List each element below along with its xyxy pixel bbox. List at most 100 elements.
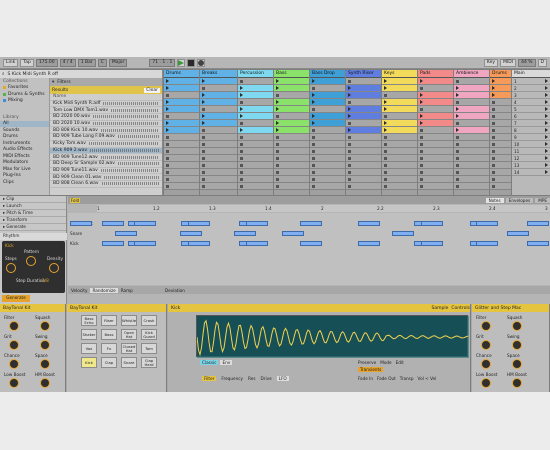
clip-property-item[interactable]: ▸ Transform — [0, 217, 66, 224]
file-row[interactable]: BD 909 Clean 01.wav — [50, 174, 162, 181]
file-row[interactable]: BD 2020 00.wav — [50, 114, 162, 121]
clip-slot[interactable] — [382, 106, 417, 113]
clip-slot[interactable] — [238, 113, 273, 120]
clip-slot[interactable] — [274, 155, 309, 162]
track-header[interactable]: Bass — [274, 70, 309, 78]
drumkit-param-knob[interactable] — [9, 340, 19, 350]
clip-slot[interactable] — [382, 127, 417, 134]
drum-pad[interactable]: Bass — [101, 329, 117, 340]
drum-pad[interactable]: Kick — [81, 357, 97, 368]
clip-slot[interactable] — [346, 155, 381, 162]
clip-slot[interactable] — [164, 92, 199, 99]
midi-note[interactable] — [421, 241, 443, 246]
key-map-button[interactable]: Key — [483, 58, 499, 67]
drum-pad[interactable]: Closed Hat — [121, 343, 137, 354]
clip-property-item[interactable]: ▸ Launch — [0, 203, 66, 210]
clip-ruler[interactable]: 1 1.2 1.3 1.4 2 2.2 2.3 2.4 3 — [97, 205, 550, 212]
clip-slot[interactable] — [418, 85, 453, 92]
clip-slot[interactable] — [238, 99, 273, 106]
pattern-knob[interactable] — [26, 256, 36, 266]
clip-slot[interactable] — [200, 113, 237, 120]
midi-note[interactable] — [358, 241, 380, 246]
clip-slot[interactable] — [346, 183, 381, 190]
clip-slot[interactable] — [164, 127, 199, 134]
clip-slot[interactable] — [200, 78, 237, 85]
clip-slot[interactable] — [490, 134, 511, 141]
clip-slot[interactable] — [454, 162, 489, 169]
clip-slot[interactable] — [346, 106, 381, 113]
clip-slot[interactable] — [454, 78, 489, 85]
clip-slot[interactable] — [310, 106, 345, 113]
clip-slot[interactable] — [490, 141, 511, 148]
clip-slot[interactable] — [200, 148, 237, 155]
clip-slot[interactable] — [346, 134, 381, 141]
clip-slot[interactable] — [310, 176, 345, 183]
clip-slot[interactable] — [418, 148, 453, 155]
clip-property-item[interactable]: ▸ Generate — [0, 224, 66, 231]
drumkit-param-knob[interactable] — [40, 321, 50, 331]
clip-slot[interactable] — [454, 141, 489, 148]
clip-slot[interactable] — [418, 92, 453, 99]
track-header[interactable]: Drums — [164, 70, 199, 78]
file-row[interactable]: Kick 909 2.wav — [50, 147, 162, 155]
clip-slot[interactable] — [382, 134, 417, 141]
midi-note[interactable] — [134, 221, 156, 226]
midi-note[interactable] — [300, 221, 322, 226]
drum-pad[interactable]: Tom — [141, 343, 157, 354]
main-track-header[interactable]: Main — [512, 70, 550, 78]
play-button[interactable] — [177, 58, 186, 67]
clip-slot[interactable] — [238, 141, 273, 148]
clip-slot[interactable] — [164, 85, 199, 92]
scene-row[interactable]: 11 — [512, 148, 550, 155]
clip-slot[interactable] — [164, 134, 199, 141]
glitter-param-knob[interactable] — [481, 359, 491, 369]
clip-slot[interactable] — [238, 155, 273, 162]
midi-note[interactable] — [246, 241, 268, 246]
clip-slot[interactable] — [454, 183, 489, 190]
clip-slot[interactable] — [382, 148, 417, 155]
generate-button[interactable]: Generate — [2, 295, 30, 302]
clip-property-item[interactable]: ▸ Pitch & Time — [0, 210, 66, 217]
clip-slot[interactable] — [310, 85, 345, 92]
clip-slot[interactable] — [346, 92, 381, 99]
clip-slot[interactable] — [200, 162, 237, 169]
clip-slot[interactable] — [490, 176, 511, 183]
clear-button[interactable]: Clear — [144, 87, 160, 93]
midi-map-button[interactable]: MIDI — [500, 58, 517, 67]
drum-pad[interactable]: Kick Guard — [141, 329, 157, 340]
clip-slot[interactable] — [200, 85, 237, 92]
clip-slot[interactable] — [382, 141, 417, 148]
clip-slot[interactable] — [490, 85, 511, 92]
clip-slot[interactable] — [454, 85, 489, 92]
clip-slot[interactable] — [274, 92, 309, 99]
drumkit-param-knob[interactable] — [40, 378, 50, 388]
midi-note[interactable] — [527, 221, 549, 226]
file-row[interactable]: BD 909 Tune12.wav — [50, 154, 162, 161]
track-header[interactable]: Keys — [382, 70, 417, 78]
clip-slot[interactable] — [274, 169, 309, 176]
clip-slot[interactable] — [238, 169, 273, 176]
clip-slot[interactable] — [382, 85, 417, 92]
clip-slot[interactable] — [418, 176, 453, 183]
note-lanes[interactable]: Closed HatSnareKick — [68, 213, 550, 285]
drumkit-param-knob[interactable] — [40, 340, 50, 350]
key-select[interactable]: C — [97, 58, 107, 67]
clip-slot[interactable] — [346, 99, 381, 106]
midi-note[interactable] — [282, 231, 304, 236]
clip-slot[interactable] — [382, 169, 417, 176]
glitter-param-knob[interactable] — [481, 378, 491, 388]
clip-slot[interactable] — [490, 169, 511, 176]
clip-slot[interactable] — [238, 127, 273, 134]
clip-slot[interactable] — [418, 113, 453, 120]
drumkit-param-knob[interactable] — [9, 321, 19, 331]
file-row[interactable]: BD 909 Tube Long F.09.wav — [50, 134, 162, 141]
clip-slot[interactable] — [200, 92, 237, 99]
file-row[interactable]: BD 808 Clean 6.wav — [50, 181, 162, 188]
clip-slot[interactable] — [238, 85, 273, 92]
scene-row[interactable]: 3 — [512, 92, 550, 99]
midi-note[interactable] — [180, 231, 202, 236]
clip-tab[interactable]: Envelopes — [505, 197, 534, 203]
classic-button[interactable]: Classic — [200, 360, 219, 365]
clip-slot[interactable] — [310, 155, 345, 162]
quantize-field[interactable]: 1 Bar — [77, 58, 96, 67]
